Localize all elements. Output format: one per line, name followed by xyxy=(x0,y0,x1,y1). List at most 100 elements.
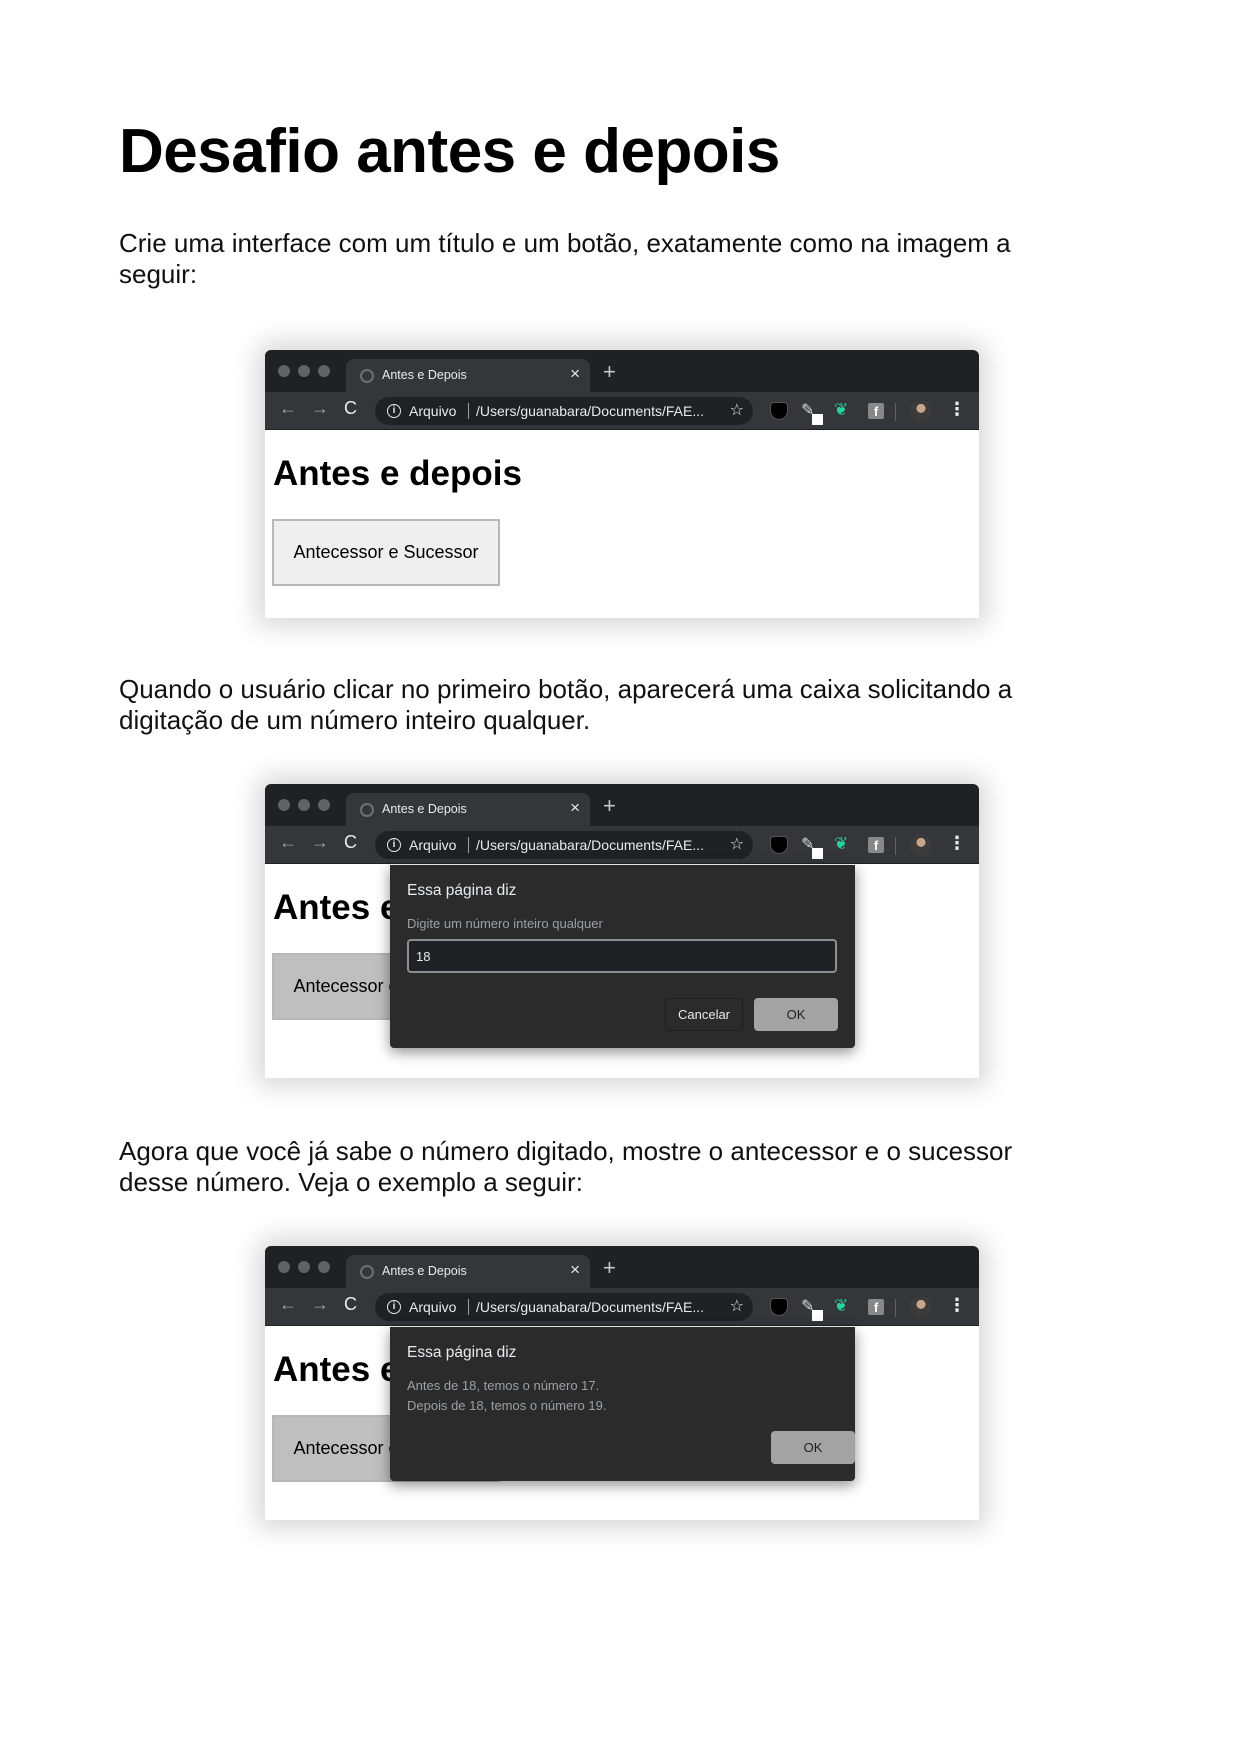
pen-badge-icon xyxy=(812,848,823,859)
facebook-icon[interactable]: f xyxy=(868,837,884,853)
tab-title: Antes e Depois xyxy=(382,368,467,382)
info-icon[interactable]: i xyxy=(387,838,401,852)
bird-icon[interactable]: ❦ xyxy=(834,400,852,419)
close-icon[interactable]: × xyxy=(570,799,580,816)
forward-arrow-icon[interactable]: → xyxy=(311,833,329,851)
bookmark-star-icon[interactable]: ☆ xyxy=(730,400,744,420)
instruction-paragraph-2: Quando o usuário clicar no primeiro botã… xyxy=(119,674,1013,735)
toolbar-divider xyxy=(895,403,896,421)
close-icon[interactable]: × xyxy=(570,1261,580,1278)
window-close-dot[interactable] xyxy=(278,365,290,377)
page-heading: Antes e depois xyxy=(273,454,522,493)
omnibox-divider xyxy=(468,837,469,853)
avatar[interactable] xyxy=(910,400,932,422)
antecessor-sucessor-button[interactable]: Antecessor e Sucessor xyxy=(272,519,500,586)
address-bar[interactable]: i Arquivo /Users/guanabara/Documents/FAE… xyxy=(375,831,753,859)
screenshot-prompt-dialog: Antes e Depois × + ← → C i Arquivo /User… xyxy=(265,784,979,1078)
omnibox-label: Arquivo xyxy=(409,837,457,853)
back-arrow-icon[interactable]: ← xyxy=(279,399,297,417)
omnibox-divider xyxy=(468,1299,469,1315)
info-icon[interactable]: i xyxy=(387,404,401,418)
ok-button[interactable]: OK xyxy=(771,1431,855,1464)
new-tab-button[interactable]: + xyxy=(603,361,616,383)
instruction-paragraph-3: Agora que você já sabe o número digitado… xyxy=(119,1136,1013,1197)
avatar[interactable] xyxy=(910,1296,932,1318)
predecessor-line: Antes de 18, temos o número 17. xyxy=(407,1378,600,1393)
dialog-message: Antes de 18, temos o número 17. Depois d… xyxy=(407,1376,606,1416)
forward-arrow-icon[interactable]: → xyxy=(311,1295,329,1313)
browser-titlebar: Antes e Depois × + xyxy=(265,350,979,392)
shield-icon[interactable] xyxy=(770,836,788,854)
reload-icon[interactable]: C xyxy=(344,833,357,851)
ok-button[interactable]: OK xyxy=(754,998,838,1031)
avatar[interactable] xyxy=(910,834,932,856)
tab-title: Antes e Depois xyxy=(382,802,467,816)
facebook-icon[interactable]: f xyxy=(868,403,884,419)
successor-line: Depois de 18, temos o número 19. xyxy=(407,1398,607,1413)
shield-icon[interactable] xyxy=(770,1298,788,1316)
omnibox-divider xyxy=(468,403,469,419)
cancel-button[interactable]: Cancelar xyxy=(665,998,743,1031)
url-text[interactable]: /Users/guanabara/Documents/FAE... xyxy=(476,837,704,853)
omnibox-label: Arquivo xyxy=(409,403,457,419)
globe-icon xyxy=(360,1265,374,1279)
prompt-dialog: Essa página diz Digite um número inteiro… xyxy=(390,865,855,1048)
browser-titlebar: Antes e Depois × + xyxy=(265,784,979,826)
browser-tab[interactable]: Antes e Depois × xyxy=(346,793,590,826)
screenshot-initial-page: Antes e Depois × + ← → C i Arquivo /User… xyxy=(265,350,979,618)
dialog-message: Digite um número inteiro qualquer xyxy=(407,916,603,931)
pen-badge-icon xyxy=(812,414,823,425)
toolbar-divider xyxy=(895,1299,896,1317)
window-close-dot[interactable] xyxy=(278,799,290,811)
tab-title: Antes e Depois xyxy=(382,1264,467,1278)
bird-icon[interactable]: ❦ xyxy=(834,834,852,853)
address-bar[interactable]: i Arquivo /Users/guanabara/Documents/FAE… xyxy=(375,1293,753,1321)
facebook-icon[interactable]: f xyxy=(868,1299,884,1315)
menu-icon[interactable]: ⋮ xyxy=(948,834,966,852)
instruction-paragraph-1: Crie uma interface com um título e um bo… xyxy=(119,228,1011,289)
omnibox-label: Arquivo xyxy=(409,1299,457,1315)
bookmark-star-icon[interactable]: ☆ xyxy=(730,1296,744,1316)
bookmark-star-icon[interactable]: ☆ xyxy=(730,834,744,854)
reload-icon[interactable]: C xyxy=(344,399,357,417)
url-text[interactable]: /Users/guanabara/Documents/FAE... xyxy=(476,1299,704,1315)
address-bar[interactable]: i Arquivo /Users/guanabara/Documents/FAE… xyxy=(375,397,753,425)
window-minimize-dot[interactable] xyxy=(298,799,310,811)
browser-toolbar: ← → C i Arquivo /Users/guanabara/Documen… xyxy=(265,1288,979,1326)
close-icon[interactable]: × xyxy=(570,365,580,382)
document-title: Desafio antes e depois xyxy=(119,117,780,186)
pen-badge-icon xyxy=(812,1310,823,1321)
browser-toolbar: ← → C i Arquivo /Users/guanabara/Documen… xyxy=(265,392,979,430)
dialog-title: Essa página diz xyxy=(407,1344,517,1361)
window-maximize-dot[interactable] xyxy=(318,1261,330,1273)
back-arrow-icon[interactable]: ← xyxy=(279,1295,297,1313)
window-maximize-dot[interactable] xyxy=(318,799,330,811)
new-tab-button[interactable]: + xyxy=(603,1257,616,1279)
window-maximize-dot[interactable] xyxy=(318,365,330,377)
info-icon[interactable]: i xyxy=(387,1300,401,1314)
back-arrow-icon[interactable]: ← xyxy=(279,833,297,851)
menu-icon[interactable]: ⋮ xyxy=(948,400,966,418)
browser-tab[interactable]: Antes e Depois × xyxy=(346,359,590,392)
browser-titlebar: Antes e Depois × + xyxy=(265,1246,979,1288)
toolbar-divider xyxy=(895,837,896,855)
screenshot-alert-dialog: Antes e Depois × + ← → C i Arquivo /User… xyxy=(265,1246,979,1520)
globe-icon xyxy=(360,803,374,817)
dialog-title: Essa página diz xyxy=(407,882,517,899)
globe-icon xyxy=(360,369,374,383)
forward-arrow-icon[interactable]: → xyxy=(311,399,329,417)
url-text[interactable]: /Users/guanabara/Documents/FAE... xyxy=(476,403,704,419)
browser-toolbar: ← → C i Arquivo /Users/guanabara/Documen… xyxy=(265,826,979,864)
number-input[interactable]: 18 xyxy=(407,939,837,973)
browser-tab[interactable]: Antes e Depois × xyxy=(346,1255,590,1288)
bird-icon[interactable]: ❦ xyxy=(834,1296,852,1315)
shield-icon[interactable] xyxy=(770,402,788,420)
new-tab-button[interactable]: + xyxy=(603,795,616,817)
page-content: Antes e depois Antecessor e Sucessor xyxy=(265,431,979,618)
reload-icon[interactable]: C xyxy=(344,1295,357,1313)
window-close-dot[interactable] xyxy=(278,1261,290,1273)
window-minimize-dot[interactable] xyxy=(298,1261,310,1273)
menu-icon[interactable]: ⋮ xyxy=(948,1296,966,1314)
window-minimize-dot[interactable] xyxy=(298,365,310,377)
alert-dialog: Essa página diz Antes de 18, temos o núm… xyxy=(390,1327,855,1481)
